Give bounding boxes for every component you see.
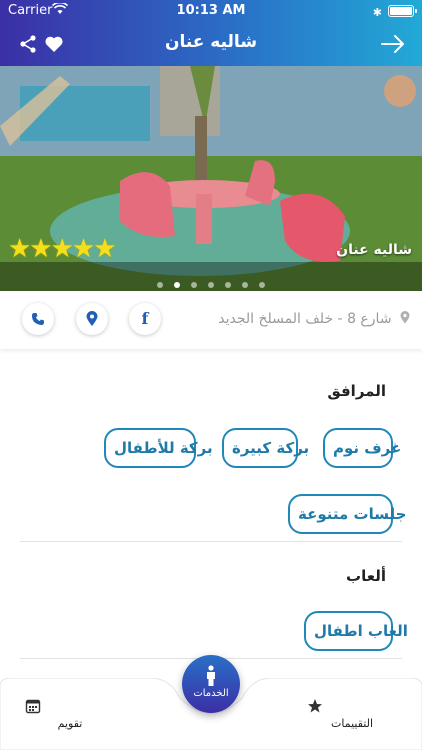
location-icon [86,311,98,326]
nav-bar: شاليه عنان [0,22,422,66]
facebook-icon[interactable]: f [129,303,161,335]
address-label: شارع 8 - خلف المسلخ الجديد [218,311,392,327]
address-text: شارع 8 - خلف المسلخ الجديد [218,311,410,327]
pin-icon [400,311,410,324]
pagination-dot[interactable] [259,282,266,288]
section-divider [20,541,402,542]
location-button[interactable] [76,303,108,335]
tab-calendar-label: تقويم [57,717,83,730]
games-title: ألعاب [346,567,386,585]
facility-chip[interactable]: بركة للأطفال [104,428,213,468]
bluetooth-icon: ✱ [372,6,382,19]
pagination-dot[interactable] [190,282,197,288]
facility-chip[interactable]: جلسات متنوعة [288,494,406,534]
app-header: Carrier 10:13 AM ✱ شاليه عنان [0,0,422,66]
phone-button[interactable] [22,303,54,335]
rating-stars: ★★★★★ [8,234,117,264]
star-icon [308,698,360,714]
arrow-right-icon[interactable] [380,34,406,54]
pagination-dot[interactable] [242,282,249,288]
tab-reviews-label: التقييمات [331,717,373,730]
person-icon [205,665,217,687]
calendar-icon [25,698,78,714]
facility-chip[interactable]: بركة كبيرة [222,428,309,468]
games-chip[interactable]: العاب اطفال [304,611,408,651]
services-button[interactable]: الخدمات [182,655,240,713]
status-bar: Carrier 10:13 AM ✱ [0,0,422,22]
facility-chip[interactable]: غرف نوم [323,428,401,468]
pagination-dot[interactable] [156,282,163,288]
battery-icon [388,5,417,17]
carousel-pagination[interactable] [0,262,422,291]
pagination-dot[interactable] [208,282,214,288]
page-title: شاليه عنان [164,32,258,52]
phone-icon [32,313,44,325]
photo-caption: شاليه عنان [336,242,412,258]
contact-bar: f شارع 8 - خلف المسلخ الجديد [0,291,422,349]
chalet-photo-carousel[interactable]: ★★★★★ شاليه عنان [0,66,422,291]
clock: 10:13 AM [176,3,246,18]
pagination-dot[interactable] [225,282,232,288]
services-label: الخدمات [193,688,229,699]
pagination-dot-active[interactable] [173,282,180,288]
facilities-title: المرافق [327,382,386,400]
tab-reviews[interactable]: التقييمات [307,698,397,730]
tab-calendar[interactable]: تقويم [25,698,115,730]
